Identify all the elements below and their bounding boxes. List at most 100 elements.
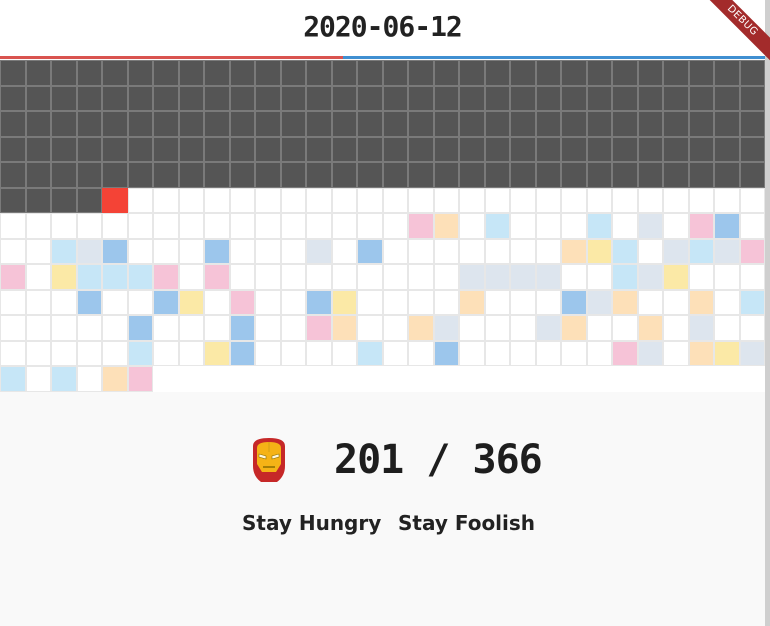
- day-cell[interactable]: [255, 238, 281, 264]
- day-cell[interactable]: [535, 340, 561, 366]
- day-cell[interactable]: [357, 213, 383, 239]
- day-cell[interactable]: [255, 111, 281, 137]
- day-cell[interactable]: [306, 315, 332, 341]
- day-cell[interactable]: [382, 85, 408, 111]
- day-cell[interactable]: [484, 162, 510, 188]
- day-cell[interactable]: [586, 187, 612, 213]
- day-cell[interactable]: [561, 187, 587, 213]
- day-cell[interactable]: [102, 60, 128, 86]
- day-cell[interactable]: [25, 136, 51, 162]
- day-cell[interactable]: [255, 85, 281, 111]
- day-cell[interactable]: [51, 340, 77, 366]
- day-cell[interactable]: [663, 289, 689, 315]
- day-cell[interactable]: [76, 213, 102, 239]
- day-cell[interactable]: [102, 340, 128, 366]
- day-cell[interactable]: [433, 162, 459, 188]
- day-cell[interactable]: [510, 111, 536, 137]
- day-cell[interactable]: [739, 238, 765, 264]
- day-cell[interactable]: [561, 264, 587, 290]
- day-cell[interactable]: [204, 238, 230, 264]
- day-cell[interactable]: [0, 238, 26, 264]
- day-cell[interactable]: [637, 187, 663, 213]
- day-cell[interactable]: [586, 111, 612, 137]
- day-cell[interactable]: [102, 187, 128, 213]
- day-cell[interactable]: [637, 162, 663, 188]
- day-cell[interactable]: [663, 238, 689, 264]
- day-cell[interactable]: [357, 289, 383, 315]
- day-cell[interactable]: [535, 162, 561, 188]
- day-cell[interactable]: [612, 136, 638, 162]
- day-cell[interactable]: [357, 187, 383, 213]
- day-cell[interactable]: [408, 187, 434, 213]
- day-cell[interactable]: [178, 60, 204, 86]
- day-cell[interactable]: [382, 187, 408, 213]
- day-cell[interactable]: [178, 289, 204, 315]
- day-cell[interactable]: [688, 136, 714, 162]
- day-cell[interactable]: [153, 111, 179, 137]
- day-cell[interactable]: [408, 162, 434, 188]
- day-cell[interactable]: [535, 289, 561, 315]
- day-cell[interactable]: [484, 136, 510, 162]
- day-cell[interactable]: [586, 264, 612, 290]
- day-cell[interactable]: [229, 238, 255, 264]
- day-cell[interactable]: [535, 264, 561, 290]
- day-cell[interactable]: [25, 366, 51, 392]
- day-cell[interactable]: [357, 85, 383, 111]
- day-cell[interactable]: [561, 162, 587, 188]
- day-cell[interactable]: [204, 264, 230, 290]
- day-cell[interactable]: [663, 111, 689, 137]
- day-cell[interactable]: [331, 340, 357, 366]
- day-cell[interactable]: [408, 60, 434, 86]
- day-cell[interactable]: [51, 315, 77, 341]
- day-cell[interactable]: [484, 289, 510, 315]
- day-cell[interactable]: [561, 315, 587, 341]
- day-cell[interactable]: [178, 340, 204, 366]
- day-cell[interactable]: [382, 264, 408, 290]
- day-cell[interactable]: [229, 264, 255, 290]
- day-cell[interactable]: [459, 315, 485, 341]
- day-cell[interactable]: [586, 85, 612, 111]
- day-cell[interactable]: [331, 238, 357, 264]
- day-cell[interactable]: [357, 315, 383, 341]
- day-cell[interactable]: [739, 111, 765, 137]
- day-cell[interactable]: [357, 111, 383, 137]
- day-cell[interactable]: [382, 213, 408, 239]
- day-cell[interactable]: [229, 315, 255, 341]
- day-cell[interactable]: [204, 85, 230, 111]
- day-cell[interactable]: [484, 213, 510, 239]
- day-cell[interactable]: [663, 340, 689, 366]
- day-cell[interactable]: [561, 111, 587, 137]
- day-cell[interactable]: [331, 315, 357, 341]
- day-cell[interactable]: [688, 238, 714, 264]
- day-cell[interactable]: [637, 340, 663, 366]
- day-cell[interactable]: [739, 340, 765, 366]
- day-cell[interactable]: [382, 111, 408, 137]
- day-cell[interactable]: [459, 289, 485, 315]
- day-cell[interactable]: [102, 136, 128, 162]
- day-cell[interactable]: [739, 315, 765, 341]
- day-cell[interactable]: [739, 213, 765, 239]
- day-cell[interactable]: [331, 213, 357, 239]
- day-cell[interactable]: [459, 162, 485, 188]
- day-cell[interactable]: [280, 85, 306, 111]
- day-cell[interactable]: [204, 213, 230, 239]
- day-cell[interactable]: [229, 136, 255, 162]
- day-cell[interactable]: [561, 289, 587, 315]
- day-cell[interactable]: [0, 60, 26, 86]
- day-cell[interactable]: [739, 187, 765, 213]
- day-cell[interactable]: [280, 111, 306, 137]
- day-cell[interactable]: [433, 136, 459, 162]
- day-cell[interactable]: [484, 264, 510, 290]
- day-cell[interactable]: [255, 187, 281, 213]
- day-cell[interactable]: [76, 238, 102, 264]
- day-cell[interactable]: [102, 213, 128, 239]
- day-cell[interactable]: [714, 340, 740, 366]
- day-cell[interactable]: [637, 264, 663, 290]
- day-cell[interactable]: [153, 85, 179, 111]
- day-cell[interactable]: [102, 315, 128, 341]
- day-cell[interactable]: [0, 315, 26, 341]
- day-cell[interactable]: [586, 136, 612, 162]
- day-cell[interactable]: [357, 238, 383, 264]
- day-cell[interactable]: [459, 340, 485, 366]
- day-cell[interactable]: [739, 136, 765, 162]
